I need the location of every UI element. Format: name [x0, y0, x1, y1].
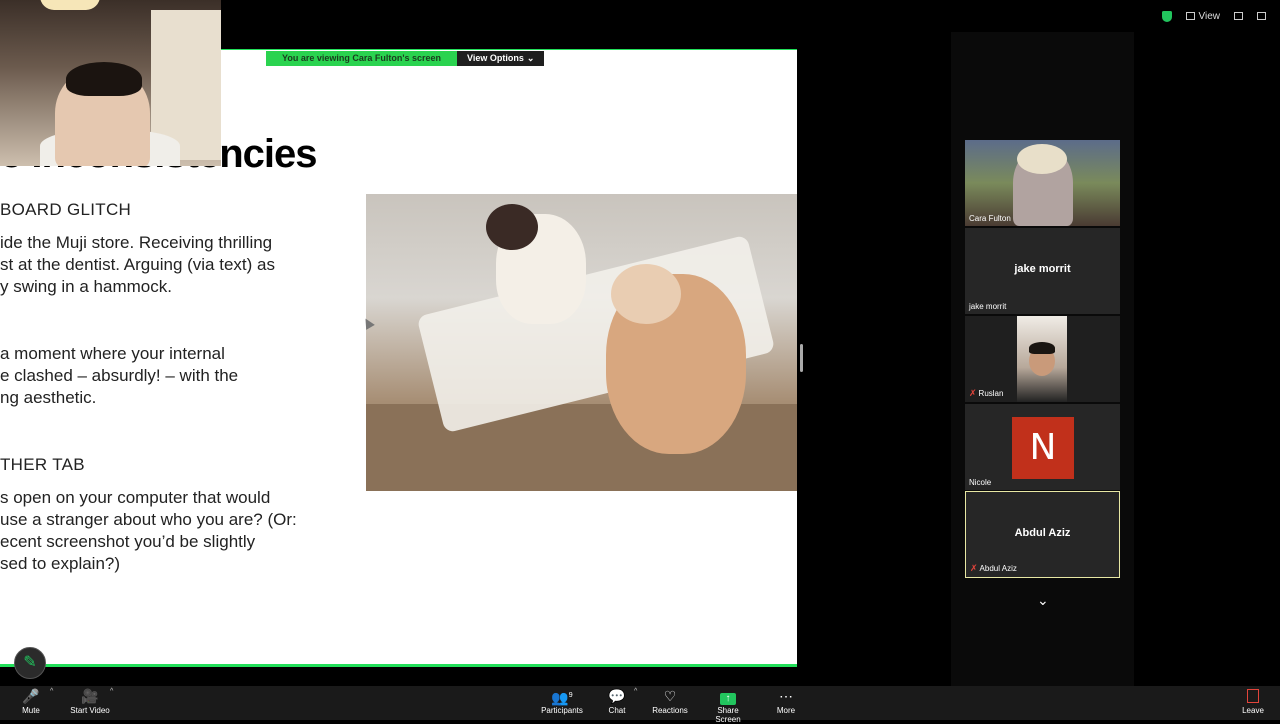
- cat-head-shape: [611, 264, 681, 324]
- participant-tile-cara[interactable]: Cara Fulton: [965, 140, 1120, 226]
- annotate-pen-icon[interactable]: ✎: [14, 647, 46, 679]
- fullscreen-icon[interactable]: [1234, 12, 1243, 20]
- participant-name: ✗ Abdul Aziz: [970, 563, 1017, 574]
- mute-button[interactable]: 🎤 Mute: [18, 686, 44, 715]
- mute-label: Mute: [18, 706, 44, 715]
- slide-line: e clashed – absurdly! – with the: [0, 365, 238, 387]
- minimize-icon[interactable]: [1257, 12, 1266, 20]
- slide-line: use a stranger about who you are? (Or:: [0, 509, 297, 531]
- participants-button[interactable]: 👥9 Participants: [538, 686, 586, 715]
- participants-count: 9: [569, 692, 573, 699]
- leave-label: Leave: [1240, 706, 1266, 715]
- chat-icon: 💬: [604, 686, 630, 706]
- chat-button[interactable]: 💬 Chat: [604, 686, 630, 715]
- slide-line: ng aesthetic.: [0, 387, 238, 409]
- participants-icon: 👥9: [538, 686, 586, 706]
- leave-icon: [1240, 686, 1266, 706]
- participants-label: Participants: [538, 706, 586, 715]
- participant-name: ✗ Ruslan: [969, 388, 1003, 399]
- participant-name: jake morrit: [969, 302, 1006, 311]
- slide-line: s open on your computer that would: [0, 487, 297, 509]
- cat-head-shape: [486, 204, 538, 250]
- chevron-down-icon[interactable]: ⌄: [1037, 592, 1049, 609]
- microphone-icon: 🎤: [18, 686, 44, 706]
- self-video[interactable]: [0, 0, 221, 166]
- person-hair-shape: [1029, 342, 1055, 354]
- video-caret-icon[interactable]: ^: [110, 688, 113, 695]
- viewing-label: You are viewing Cara Fulton's screen: [266, 51, 457, 66]
- leave-button[interactable]: Leave: [1240, 686, 1266, 715]
- share-screen-icon: ↑: [704, 686, 752, 706]
- share-border-bottom: [0, 664, 797, 667]
- person-hair-shape: [66, 62, 142, 96]
- view-button[interactable]: View: [1186, 11, 1221, 22]
- chat-caret-icon[interactable]: ^: [634, 688, 637, 695]
- slide-line: st at the dentist. Arguing (via text) as: [0, 254, 275, 276]
- participant-name: Cara Fulton: [969, 214, 1011, 223]
- view-options-button[interactable]: View Options ⌄: [457, 51, 544, 66]
- chat-label: Chat: [604, 706, 630, 715]
- cat-photo: [366, 194, 797, 491]
- participant-display-name: Abdul Aziz: [966, 527, 1119, 539]
- view-label: View: [1199, 11, 1221, 22]
- person-hair-shape: [1017, 144, 1067, 174]
- reactions-label: Reactions: [650, 706, 690, 715]
- more-icon: ⋯: [772, 686, 800, 706]
- mic-muted-icon: ✗: [970, 563, 978, 574]
- grid-view-icon: [1186, 12, 1195, 20]
- viewing-banner: You are viewing Cara Fulton's screen Vie…: [266, 51, 544, 66]
- resize-handle[interactable]: [800, 344, 803, 372]
- slide-line: y swing in a hammock.: [0, 276, 275, 298]
- meeting-toolbar: 🎤 Mute ^ 🎥 Start Video ^ 👥9 Participants…: [0, 686, 1280, 720]
- participant-name: Nicole: [969, 478, 991, 487]
- camera-icon: 🎥: [66, 686, 114, 706]
- more-button[interactable]: ⋯ More: [772, 686, 800, 715]
- heart-icon: ♡: [650, 686, 690, 706]
- security-shield-icon[interactable]: [1162, 11, 1172, 22]
- more-label: More: [772, 706, 800, 715]
- start-video-button[interactable]: 🎥 Start Video: [66, 686, 114, 715]
- chevron-down-icon: ⌄: [527, 51, 535, 66]
- reactions-button[interactable]: ♡ Reactions: [650, 686, 690, 715]
- mute-caret-icon[interactable]: ^: [50, 688, 53, 695]
- view-options-label: View Options: [467, 51, 524, 66]
- top-right-controls: View: [1162, 0, 1280, 32]
- slide-line: ide the Muji store. Receiving thrilling: [0, 232, 275, 254]
- participant-tile-nicole[interactable]: N Nicole: [965, 404, 1120, 490]
- slide-heading-1: BOARD GLITCH: [0, 200, 131, 220]
- slide-line: a moment where your internal: [0, 343, 238, 365]
- mic-muted-icon: ✗: [969, 388, 977, 399]
- slide-line: ecent screenshot you’d be slightly: [0, 531, 297, 553]
- start-video-label: Start Video: [66, 706, 114, 715]
- share-screen-label: Share Screen: [704, 706, 752, 724]
- avatar: N: [1012, 417, 1074, 479]
- lamp-shape: [40, 0, 100, 10]
- participant-tile-ruslan[interactable]: ✗ Ruslan: [965, 316, 1120, 402]
- participant-tile-abdul[interactable]: Abdul Aziz ✗ Abdul Aziz: [965, 491, 1120, 578]
- slide-line: sed to explain?): [0, 553, 297, 575]
- share-screen-button[interactable]: ↑ Share Screen: [704, 686, 752, 724]
- slide-heading-2: THER TAB: [0, 455, 85, 475]
- participant-tile-jake[interactable]: jake morrit jake morrit: [965, 228, 1120, 314]
- participant-display-name: jake morrit: [965, 263, 1120, 275]
